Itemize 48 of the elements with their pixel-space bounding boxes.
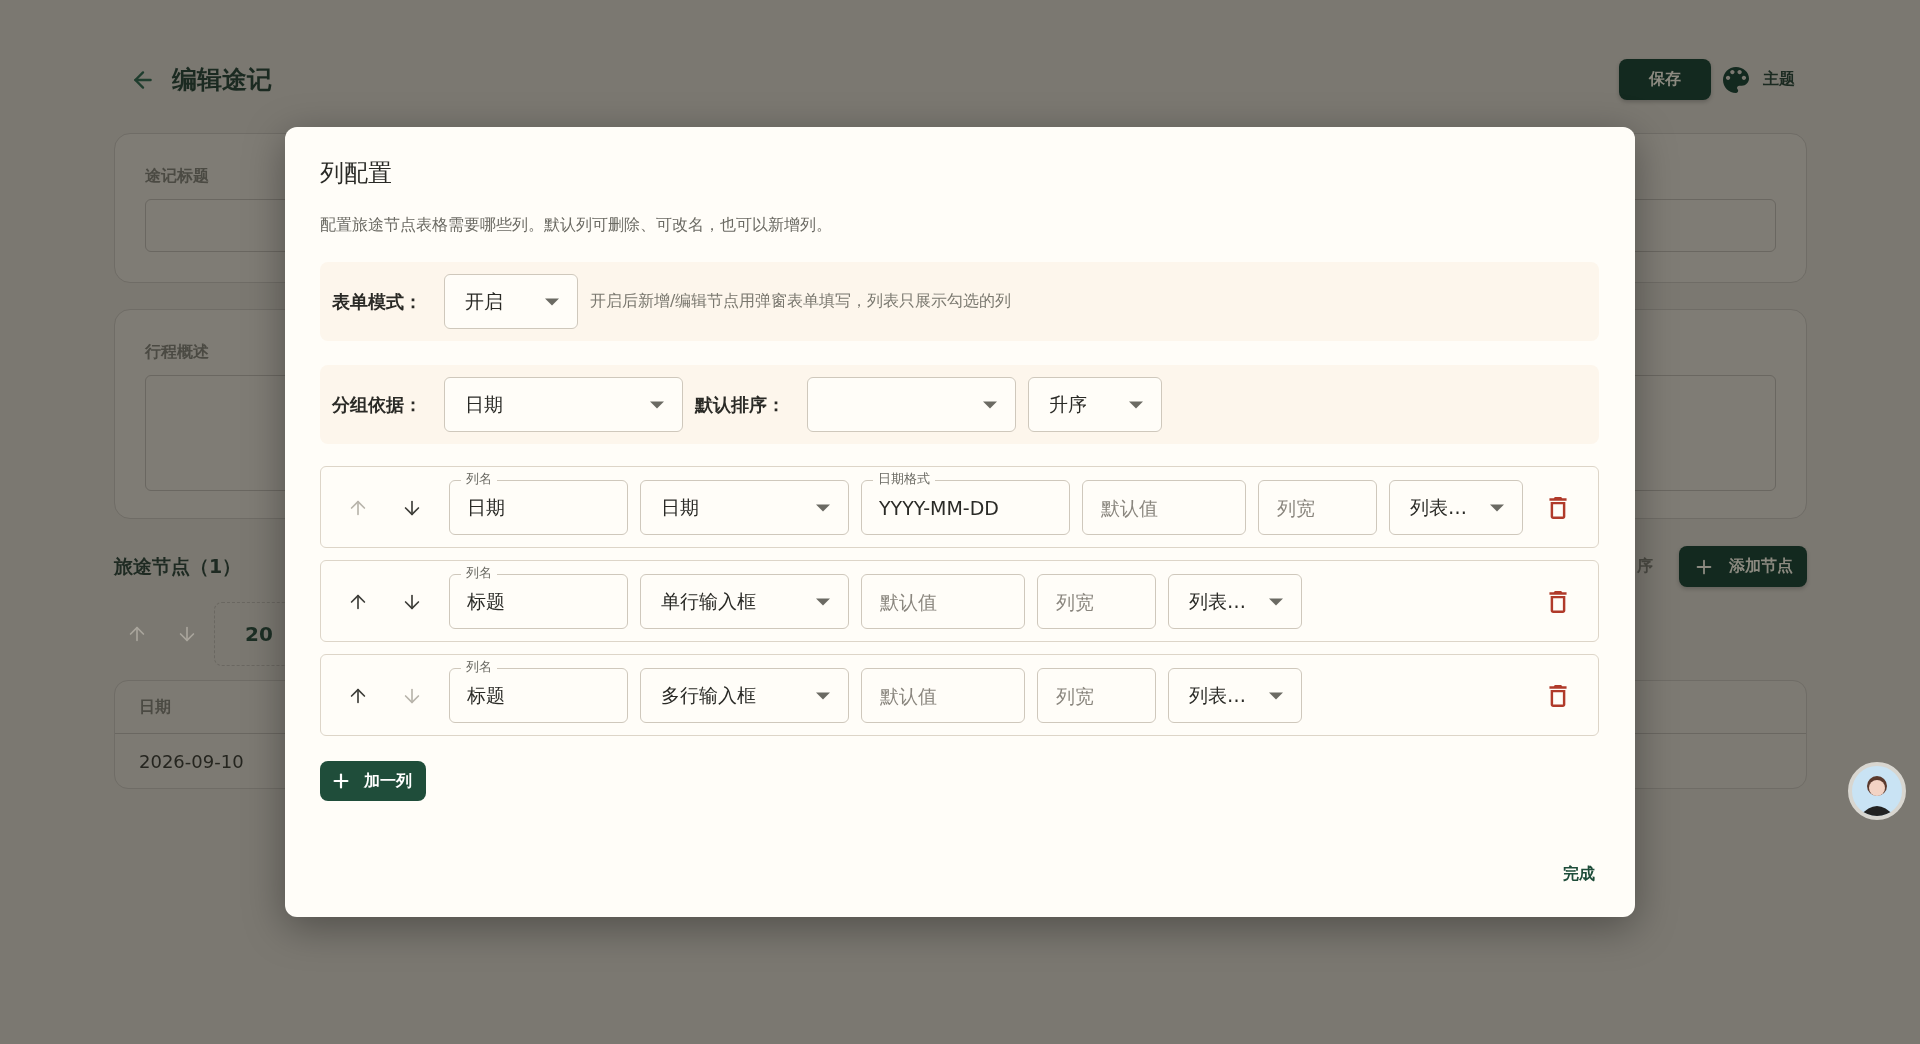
default-value-field[interactable]: 默认值 [861,574,1025,629]
form-mode-label: 表单模式： [332,289,422,314]
caret-icon [650,400,664,409]
caret-icon [816,691,830,700]
column-type-select[interactable]: 单行输入框 [640,574,849,629]
caret-icon [816,503,830,512]
table-cell: 2026-09-10 [139,750,244,772]
add-node-button[interactable]: 添加节点 [1679,546,1807,587]
sort-field-select[interactable] [807,377,1016,432]
column-width-field[interactable]: 列宽 [1258,480,1377,535]
column-width-field[interactable]: 列宽 [1037,574,1156,629]
caret-icon [983,400,997,409]
caret-icon [1269,691,1283,700]
group-by-select[interactable]: 日期 [444,377,683,432]
default-value-field[interactable]: 默认值 [1082,480,1246,535]
column-type-select[interactable]: 多行输入框 [640,668,849,723]
palette-icon [1723,66,1749,93]
caret-icon [816,597,830,606]
field-label: 日期格式 [873,471,935,487]
avatar[interactable] [1848,762,1906,820]
form-mode-select[interactable]: 开启 [444,274,578,329]
section-title: 旅途节点（1） [114,553,242,579]
delete-icon [1548,590,1568,613]
caret-icon [1490,503,1504,512]
default-sort-label: 默认排序： [695,392,785,417]
dialog-title: 列配置 [320,158,393,189]
display-select[interactable]: 列表… [1389,480,1523,535]
display-select[interactable]: 列表… [1168,574,1302,629]
save-button[interactable]: 保存 [1619,59,1711,100]
field-label: 列名 [461,565,497,581]
delete-icon [1548,496,1568,519]
field-label: 列名 [461,471,497,487]
default-value-field[interactable]: 默认值 [861,668,1025,723]
sort-order-select[interactable]: 升序 [1028,377,1162,432]
done-button[interactable]: 完成 [1559,858,1599,891]
page-title: 编辑途记 [172,64,273,96]
caret-icon [1129,400,1143,409]
delete-icon [1548,684,1568,707]
field-label: 列名 [461,659,497,675]
group-by-label: 分组依据： [332,392,422,417]
dialog-description: 配置旅途节点表格需要哪些列。默认列可删除、可改名，也可以新增列。 [320,215,833,236]
form-mode-hint: 开启后新增/编辑节点用弹窗表单填写，列表只展示勾选的列 [590,291,1012,312]
display-select[interactable]: 列表… [1168,668,1302,723]
column-width-field[interactable]: 列宽 [1037,668,1156,723]
add-column-button[interactable]: 加一列 [320,761,426,801]
caret-icon [1269,597,1283,606]
caret-icon [545,297,559,306]
column-type-select[interactable]: 日期 [640,480,849,535]
